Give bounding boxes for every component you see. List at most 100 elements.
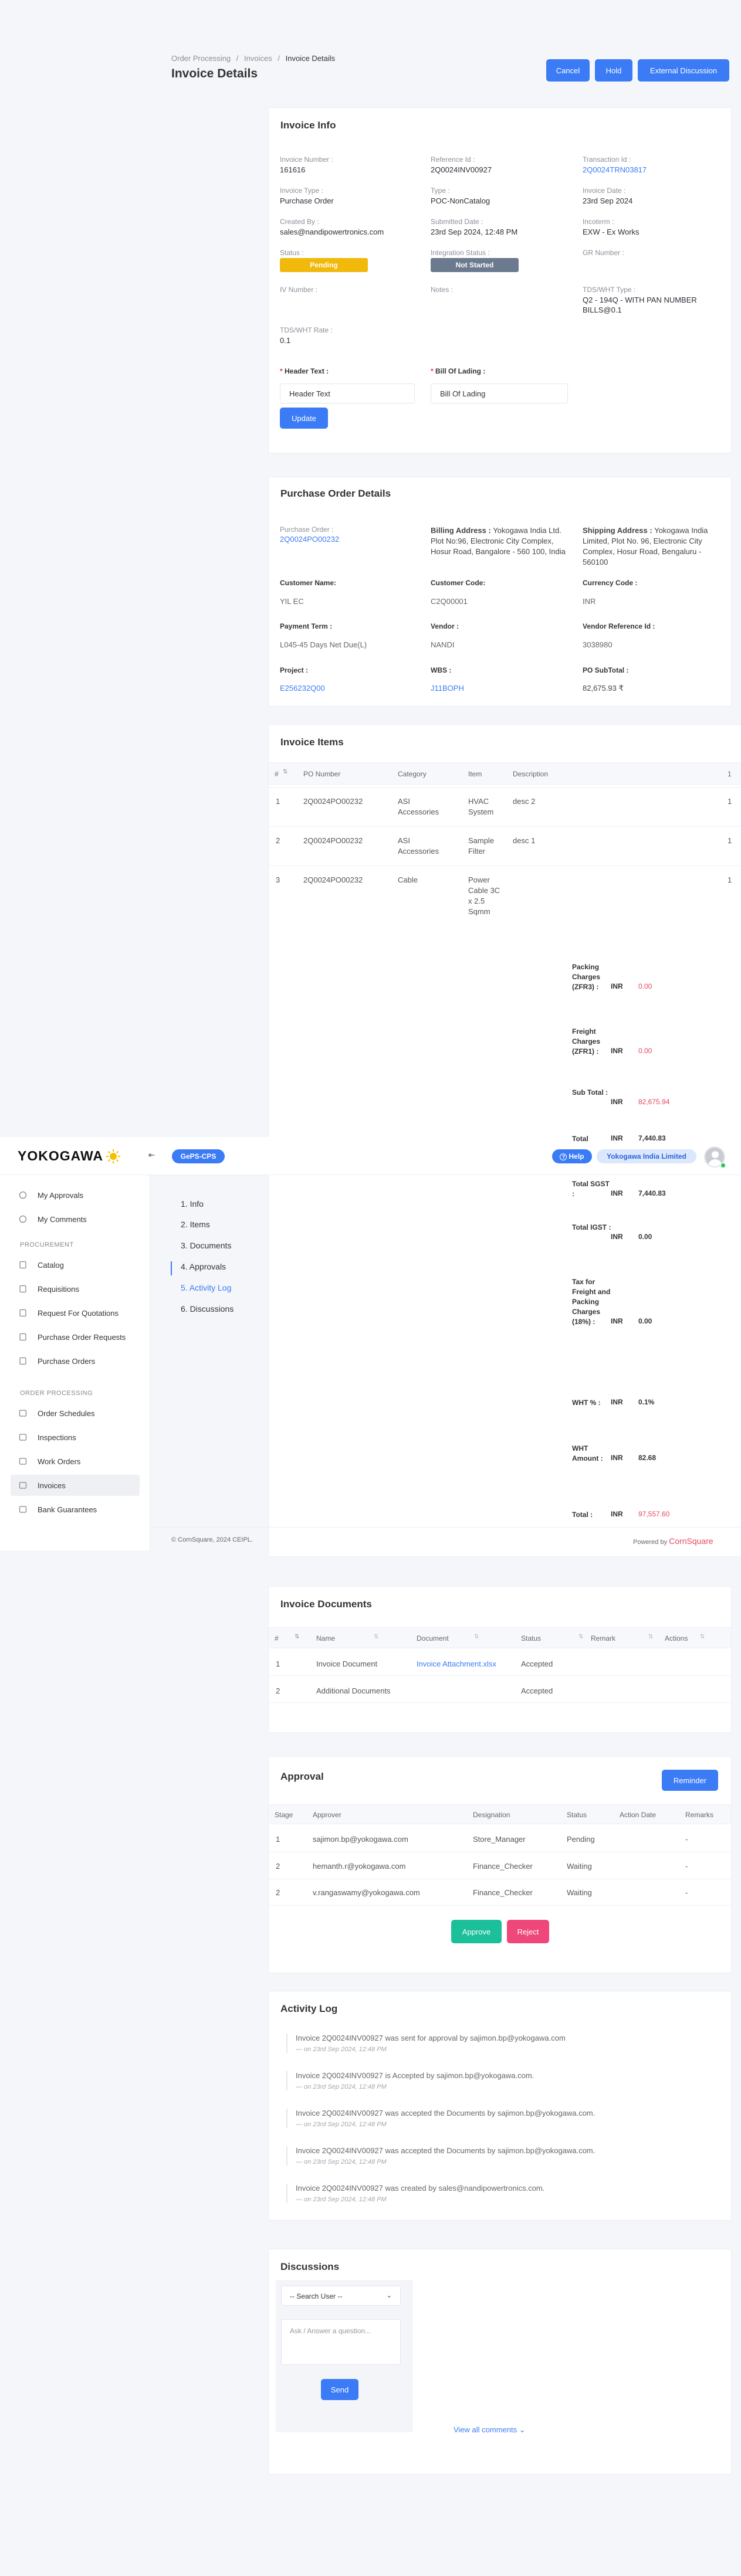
summary-currency: INR <box>611 1510 623 1518</box>
sort-icon[interactable]: ⇅ <box>474 1634 479 1640</box>
approval-designation: Finance_Checker <box>473 1862 533 1871</box>
cancel-button[interactable]: Cancel <box>546 59 590 82</box>
external-discussion-button[interactable]: External Discussion <box>638 59 729 82</box>
sidebar-item-order-schedules[interactable]: Order Schedules <box>11 1403 140 1424</box>
sidebar-item-my-comments[interactable]: My Comments <box>11 1209 140 1230</box>
summary-currency: INR <box>611 1398 623 1406</box>
customer-name-value: YIL EC <box>280 597 304 606</box>
item-category: Cable <box>398 875 418 884</box>
sidebar-item-label: Order Schedules <box>38 1409 95 1418</box>
documents-column-header[interactable]: Name <box>316 1634 335 1642</box>
documents-column-header[interactable]: Document <box>417 1634 449 1642</box>
table-row <box>269 1905 731 1906</box>
documents-column-header[interactable]: Remark <box>591 1634 615 1642</box>
sort-icon[interactable]: ⇅ <box>648 1634 653 1640</box>
item-name: Power Cable 3C x 2.5 Sqmm <box>468 875 500 916</box>
header-text-input[interactable]: Header Text <box>280 383 415 403</box>
hold-button[interactable]: Hold <box>595 59 632 82</box>
approve-button[interactable]: Approve <box>451 1920 502 1943</box>
sidebar-item-purchase-order-requests[interactable]: Purchase Order Requests <box>11 1326 140 1348</box>
page-title: Invoice Details <box>171 67 258 80</box>
document-attachment-link[interactable]: Invoice Attachment.xlsx <box>417 1659 496 1669</box>
sidebar-item-request-for-quotations[interactable]: Request For Quotations <box>11 1302 140 1323</box>
info-field-label: Invoice Type : <box>280 186 323 195</box>
items-col-hash[interactable]: # <box>275 770 279 778</box>
send-button[interactable]: Send <box>321 2379 358 2400</box>
catalog-icon <box>19 1261 27 1269</box>
brand-logo[interactable]: YOKOGAWA <box>18 1148 121 1164</box>
activity-date: — on 23rd Sep 2024, 12:48 PM <box>296 2046 387 2053</box>
breadcrumb-order-processing[interactable]: Order Processing <box>171 54 231 63</box>
help-button[interactable]: ? Help <box>552 1149 592 1163</box>
sidebar-item-work-orders[interactable]: Work Orders <box>11 1451 140 1472</box>
payment-term-value: L045-45 Days Net Due(L) <box>280 640 367 649</box>
reject-button[interactable]: Reject <box>507 1920 549 1943</box>
view-all-comments-link[interactable]: View all comments ⌄ <box>454 2425 526 2435</box>
project-link[interactable]: E256232Q00 <box>280 684 325 693</box>
customer-code-value: C2Q00001 <box>431 597 468 606</box>
app-badge[interactable]: GePS-CPS <box>172 1149 225 1163</box>
section-nav-item[interactable]: 5. Activity Log <box>181 1283 231 1292</box>
sidebar-item-purchase-orders[interactable]: Purchase Orders <box>11 1350 140 1372</box>
approval-column-header: Designation <box>473 1811 510 1819</box>
sort-icon[interactable]: ⇅ <box>374 1634 378 1640</box>
info-field-label: Transaction Id : <box>583 155 631 164</box>
procurement-section-label: PROCUREMENT <box>20 1241 74 1248</box>
approval-approver: sajimon.bp@yokogawa.com <box>313 1835 408 1844</box>
work-orders-icon <box>19 1457 27 1465</box>
section-nav-active-indicator <box>171 1261 172 1275</box>
search-user-select[interactable]: -- Search User -- ⌄ <box>281 2286 401 2306</box>
company-badge[interactable]: Yokogawa India Limited <box>597 1149 696 1163</box>
question-textarea[interactable]: Ask / Answer a question... <box>281 2319 401 2365</box>
sidebar-item-bank-guarantees[interactable]: Bank Guarantees <box>11 1499 140 1520</box>
po-link[interactable]: 2Q0024PO00232 <box>280 535 339 544</box>
transaction-id-link[interactable]: 2Q0024TRN03817 <box>583 165 718 175</box>
bill-of-lading-input[interactable]: Bill Of Lading <box>431 383 568 403</box>
info-field-value: 161616 <box>280 165 306 174</box>
sidebar-item-label: Inspections <box>38 1433 76 1442</box>
section-nav-item[interactable]: 6. Discussions <box>181 1304 234 1314</box>
info-field-value: Q2 - 194Q - WITH PAN NUMBER BILLS@0.1 <box>583 296 697 314</box>
section-nav-item[interactable]: 2. Items <box>181 1220 210 1229</box>
chevron-down-icon: ⌄ <box>519 2425 526 2434</box>
approval-approver: v.rangaswamy@yokogawa.com <box>313 1888 420 1897</box>
activity-text: Invoice 2Q0024INV00927 is Accepted by sa… <box>296 2071 534 2080</box>
reminder-button[interactable]: Reminder <box>662 1770 718 1791</box>
info-field-label: Invoice Date : <box>583 186 626 195</box>
approval-column-header: Stage <box>275 1811 293 1819</box>
items-col-item: Item <box>468 770 482 778</box>
sort-icon[interactable]: ⇅ <box>578 1634 583 1640</box>
wbs-link[interactable]: J11BOPH <box>431 684 464 693</box>
online-status-dot <box>720 1163 726 1168</box>
rfq-icon <box>19 1309 27 1317</box>
items-col-description: Description <box>513 770 549 778</box>
sidebar-item-label: Request For Quotations <box>38 1308 119 1318</box>
item-description: desc 2 <box>513 797 536 806</box>
activity-entry: Invoice 2Q0024INV00927 is Accepted by sa… <box>286 2071 534 2090</box>
sidebar-item-my-approvals[interactable]: My Approvals <box>11 1185 140 1206</box>
section-nav-item[interactable]: 3. Documents <box>181 1241 231 1250</box>
collapse-sidebar-icon[interactable]: ⇤ <box>148 1150 155 1160</box>
item-category: ASI Accessories <box>398 797 439 816</box>
item-po-number: 2Q0024PO00232 <box>303 836 363 845</box>
info-field-value: 23rd Sep 2024 <box>583 196 633 205</box>
sidebar-item-catalog[interactable]: Catalog <box>11 1254 140 1275</box>
documents-column-header[interactable]: Status <box>521 1634 541 1642</box>
update-button[interactable]: Update <box>280 408 328 429</box>
sidebar-item-requisitions[interactable]: Requisitions <box>11 1278 140 1299</box>
breadcrumb-invoices[interactable]: Invoices <box>244 54 272 63</box>
project-label: Project : <box>280 666 309 674</box>
sort-icon[interactable]: ⇅ <box>295 1634 299 1640</box>
sort-icon[interactable]: ⇅ <box>283 769 287 775</box>
document-name: Invoice Document <box>316 1659 378 1668</box>
document-number: 2 <box>276 1686 280 1695</box>
sidebar-item-inspections[interactable]: Inspections <box>11 1427 140 1448</box>
section-nav-item[interactable]: 4. Approvals <box>181 1262 226 1271</box>
vendor-label: Vendor : <box>431 622 459 630</box>
por-icon <box>19 1333 27 1341</box>
invoices-icon <box>19 1481 27 1489</box>
section-nav-item[interactable]: 1. Info <box>181 1199 204 1209</box>
info-field-value: sales@nandipowertronics.com <box>280 228 384 236</box>
sidebar-item-invoices[interactable]: Invoices <box>11 1475 140 1496</box>
sort-icon[interactable]: ⇅ <box>700 1634 705 1640</box>
